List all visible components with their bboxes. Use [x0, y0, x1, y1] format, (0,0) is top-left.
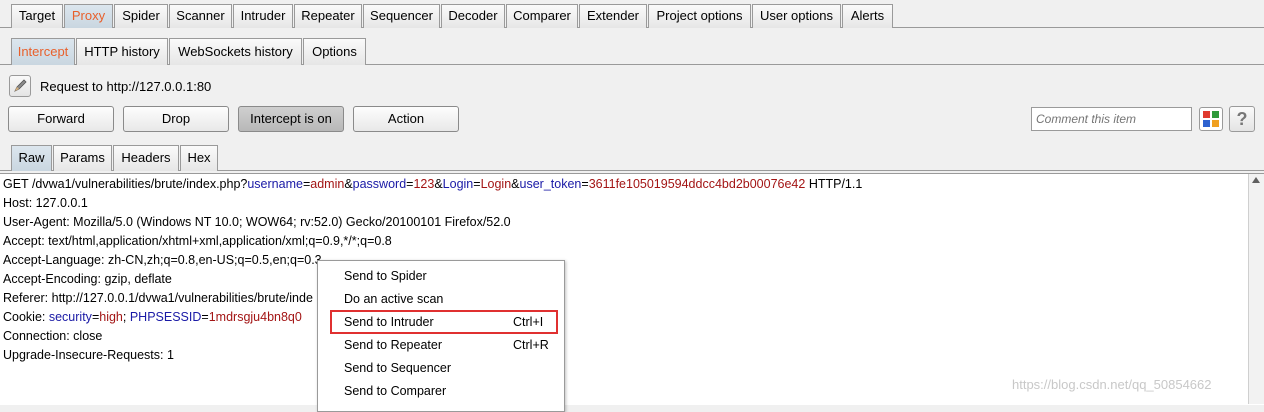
view-tab-headers[interactable]: Headers [113, 145, 179, 171]
pencil-icon [9, 75, 31, 97]
header-cookie: Cookie: security=high; PHPSESSID=1mdrsgj… [3, 310, 302, 324]
subtab-websockets-history[interactable]: WebSockets history [169, 38, 302, 65]
menu-item-send-to-sequencer[interactable]: Send to Sequencer [318, 357, 564, 380]
subtab-intercept[interactable]: Intercept [11, 38, 75, 65]
proxy-sub-tab-bar: Intercept HTTP history WebSockets histor… [0, 34, 1264, 65]
header-accept-encoding: Accept-Encoding: gzip, deflate [3, 272, 172, 286]
intercept-toggle-button[interactable]: Intercept is on [238, 106, 344, 132]
header-referer: Referer: http://127.0.0.1/dvwa1/vulnerab… [3, 291, 313, 305]
scroll-up-arrow-icon[interactable] [1252, 177, 1260, 183]
tab-project-options[interactable]: Project options [648, 4, 751, 28]
view-tab-raw[interactable]: Raw [11, 145, 52, 171]
header-accept: Accept: text/html,application/xhtml+xml,… [3, 234, 392, 248]
header-accept-language: Accept-Language: zh-CN,zh;q=0.8,en-US;q=… [3, 253, 322, 267]
highlight-color-icon[interactable] [1199, 107, 1223, 131]
tab-extender[interactable]: Extender [579, 4, 647, 28]
menu-item-send-to-repeater[interactable]: Send to Repeater Ctrl+R [318, 334, 564, 357]
editor-scrollbar[interactable] [1248, 174, 1264, 404]
menu-item-send-to-spider[interactable]: Send to Spider [318, 265, 564, 288]
drop-button[interactable]: Drop [123, 106, 229, 132]
subtab-http-history[interactable]: HTTP history [76, 38, 168, 65]
tab-sequencer[interactable]: Sequencer [363, 4, 440, 28]
tab-user-options[interactable]: User options [752, 4, 841, 28]
context-menu: Send to Spider Do an active scan Send to… [317, 260, 565, 412]
tab-decoder[interactable]: Decoder [441, 4, 505, 28]
help-icon: ? [1236, 109, 1248, 129]
request-target-label: Request to http://127.0.0.1:80 [40, 79, 212, 94]
tab-scanner[interactable]: Scanner [169, 4, 232, 28]
help-button[interactable]: ? [1229, 106, 1255, 132]
view-tab-hex[interactable]: Hex [180, 145, 218, 171]
message-view-tab-bar: Raw Params Headers Hex [0, 142, 1264, 171]
tab-repeater[interactable]: Repeater [294, 4, 362, 28]
header-user-agent: User-Agent: Mozilla/5.0 (Windows NT 10.0… [3, 215, 511, 229]
intruder-highlight-box [330, 310, 558, 334]
raw-request-editor[interactable]: GET /dvwa1/vulnerabilities/brute/index.p… [0, 173, 1264, 405]
view-tab-params[interactable]: Params [53, 145, 112, 171]
action-button[interactable]: Action [353, 106, 459, 132]
header-host: Host: 127.0.0.1 [3, 196, 88, 210]
forward-button[interactable]: Forward [8, 106, 114, 132]
header-upgrade-insecure: Upgrade-Insecure-Requests: 1 [3, 348, 174, 362]
menu-item-send-to-comparer[interactable]: Send to Comparer [318, 380, 564, 403]
comment-input[interactable] [1031, 107, 1192, 131]
tab-proxy[interactable]: Proxy [64, 4, 113, 28]
header-connection: Connection: close [3, 329, 103, 343]
tab-comparer[interactable]: Comparer [506, 4, 578, 28]
subtab-options[interactable]: Options [303, 38, 366, 65]
watermark: https://blog.csdn.net/qq_50854662 [1012, 377, 1212, 392]
tab-spider[interactable]: Spider [114, 4, 168, 28]
main-tab-bar: Target Proxy Spider Scanner Intruder Rep… [0, 0, 1264, 28]
tab-target[interactable]: Target [11, 4, 63, 28]
tab-intruder[interactable]: Intruder [233, 4, 293, 28]
tab-alerts[interactable]: Alerts [842, 4, 893, 28]
request-line: GET /dvwa1/vulnerabilities/brute/index.p… [3, 177, 863, 191]
menu-item-active-scan[interactable]: Do an active scan [318, 288, 564, 311]
